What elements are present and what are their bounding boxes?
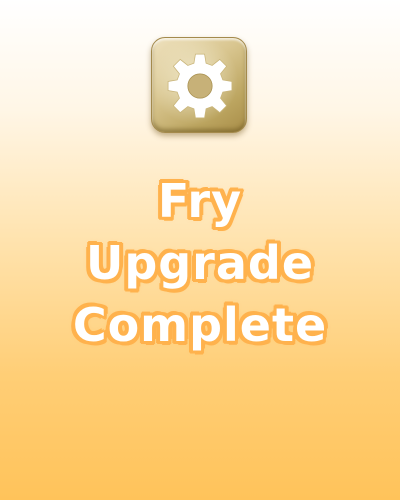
upgrade-complete-screen: Fry Upgrade Complete — [0, 0, 400, 500]
message-line-2: Upgrade — [85, 236, 315, 290]
settings-app-icon — [151, 37, 247, 133]
upgrade-message: Fry Upgrade Complete — [0, 170, 400, 356]
message-line-3: Complete — [72, 298, 328, 352]
message-line-1: Fry — [157, 174, 243, 228]
gear-icon — [167, 53, 233, 119]
